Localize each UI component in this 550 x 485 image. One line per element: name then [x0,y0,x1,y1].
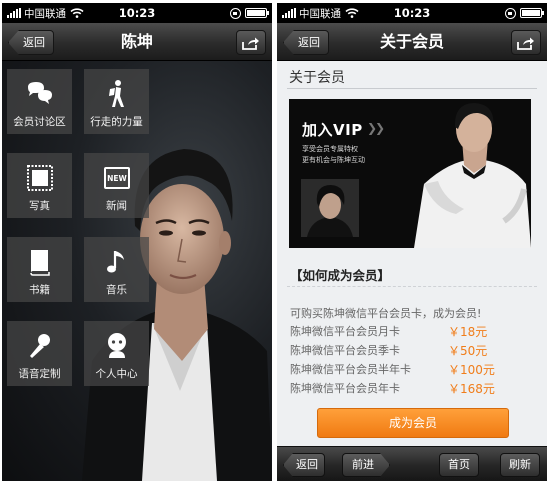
card-price: ￥18元 [448,325,488,339]
music-note-icon [106,251,124,273]
signal-icon [282,8,296,18]
carrier-label: 中国联通 [24,7,66,20]
become-member-button[interactable]: 成为会员 [317,408,509,438]
toolbar-refresh-button[interactable]: 刷新 [500,453,540,477]
banner-thumbnail [301,179,359,237]
banner-text: 享受会员专属特权 [302,145,358,153]
nav-bar: 陈坤 返回 [2,23,272,61]
banner-title: 加入VIP [302,121,363,139]
chat-bubbles-icon [27,82,52,104]
right-phone-screen: 中国联通 10:23 关于会员 返回 关于会员 加入VIP ❯❯ 享受会员专属特… [277,3,547,481]
toolbar-forward-button[interactable]: 前进 [342,453,390,477]
card-row: 陈坤微信平台会员半年卡 ￥100元 [290,361,530,379]
browser-toolbar: 返回 前进 首页 刷新 [277,446,547,481]
banner-portrait [414,103,531,248]
walking-person-icon [108,80,124,107]
tile-walking[interactable]: 行走的力量 [84,69,149,134]
card-price: ￥168元 [448,382,495,396]
tile-label: 会员讨论区 [13,116,66,128]
tile-profile[interactable]: 个人中心 [84,321,149,386]
battery-icon [245,8,269,18]
membership-page: 关于会员 加入VIP ❯❯ 享受会员专属特权 更有机会与陈坤互动 【如何成为会员… [277,61,547,446]
tile-label: 行走的力量 [90,116,143,128]
status-bar: 中国联通 10:23 [2,3,272,23]
card-row: 陈坤微信平台会员季卡 ￥50元 [290,342,530,360]
photo-frame-icon [26,165,53,191]
wifi-icon [345,8,359,18]
left-phone-screen: 中国联通 10:23 陈坤 返回 会员讨论区 行走的力量 写真 NEW 新闻 书… [2,3,272,481]
rotation-lock-icon [505,7,516,19]
tile-label: 写真 [29,200,50,212]
person-icon [107,333,126,358]
battery-icon [520,8,544,18]
divider [287,88,537,89]
tile-label: 语音定制 [18,368,61,380]
vip-banner[interactable]: 加入VIP ❯❯ 享受会员专属特权 更有机会与陈坤互动 [289,99,531,248]
share-icon [517,37,534,50]
news-icon: NEW [103,167,130,189]
tile-forum[interactable]: 会员讨论区 [7,69,72,134]
tile-voice[interactable]: 语音定制 [7,321,72,386]
tile-music[interactable]: 音乐 [84,237,149,302]
tile-label: 个人中心 [95,368,138,380]
share-button[interactable] [236,30,266,55]
signal-icon [7,8,21,18]
status-bar: 中国联通 10:23 [277,3,547,23]
carrier-label: 中国联通 [299,7,341,20]
toolbar-home-button[interactable]: 首页 [439,453,479,477]
tile-books[interactable]: 书籍 [7,237,72,302]
double-chevron-icon: ❯❯ [367,121,385,135]
card-row: 陈坤微信平台会员月卡 ￥18元 [290,323,530,341]
card-price: ￥50元 [448,344,488,358]
home-content: 会员讨论区 行走的力量 写真 NEW 新闻 书籍 音乐 语音定制 个人中心 [2,61,272,481]
wifi-icon [70,8,84,18]
divider [287,286,537,287]
tile-photos[interactable]: 写真 [7,153,72,218]
banner-text: 更有机会与陈坤互动 [302,156,365,164]
share-icon [242,37,259,50]
microphone-icon [29,334,50,358]
card-name: 陈坤微信平台会员月卡 [290,325,400,338]
card-price: ￥100元 [448,363,495,377]
tile-label: 书籍 [29,284,50,296]
tile-news[interactable]: NEW 新闻 [84,153,149,218]
share-button[interactable] [511,30,541,55]
intro-text: 可购买陈坤微信平台会员卡，成为会员! [290,307,482,320]
card-name: 陈坤微信平台会员季卡 [290,344,400,357]
tile-label: 新闻 [106,200,127,212]
rotation-lock-icon [230,7,241,19]
card-name: 陈坤微信平台会员半年卡 [290,363,411,376]
section-title: 【如何成为会员】 [290,268,391,283]
page-title: 关于会员 [289,70,345,86]
book-icon [29,250,50,276]
card-name: 陈坤微信平台会员年卡 [290,382,400,395]
nav-bar: 关于会员 返回 [277,23,547,61]
tile-label: 音乐 [106,284,127,296]
svg-text:NEW: NEW [107,174,127,183]
card-row: 陈坤微信平台会员年卡 ￥168元 [290,380,530,398]
toolbar-back-button[interactable]: 返回 [283,453,325,477]
